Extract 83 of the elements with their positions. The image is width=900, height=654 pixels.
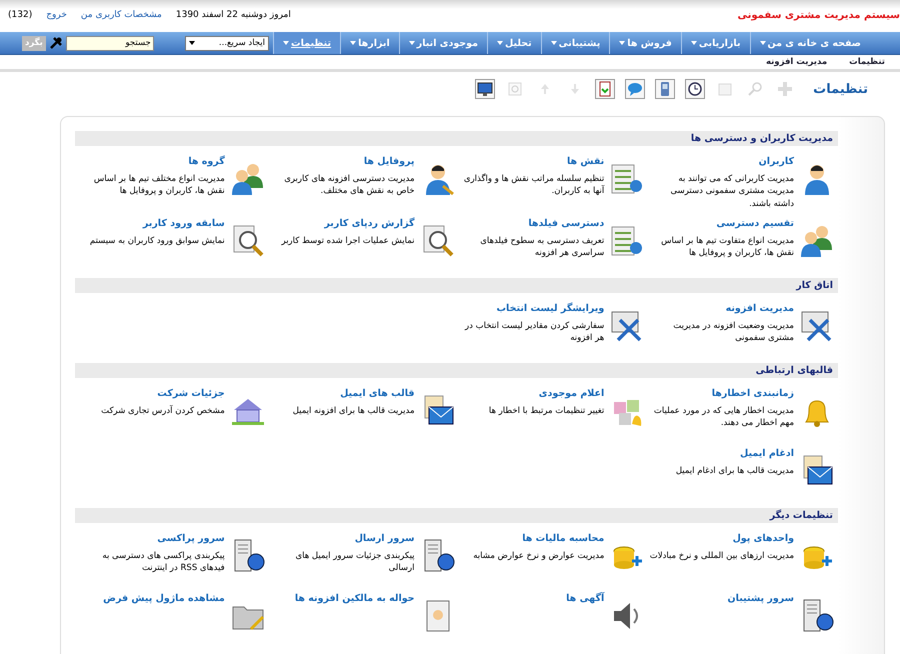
setting-link[interactable]: تقسیم دسترسی bbox=[649, 218, 794, 229]
setting-description: پیکربندی جزئیات سرور ایمیل های ارسالی bbox=[294, 550, 414, 575]
setting-link[interactable]: قالب های ایمیل bbox=[270, 388, 414, 399]
caret-icon bbox=[550, 41, 557, 45]
setting-link[interactable]: زمانبندی اخطارها bbox=[649, 388, 794, 399]
setting-description: پیکربندی پراکسی های دسترسی به فیدهای RSS در اینترنت bbox=[101, 550, 225, 575]
setting-description: مدیریت اخطار هایی که در مورد عملیات مهم اخطار می دهند. bbox=[652, 404, 794, 430]
section-header: اتاق کار bbox=[75, 278, 838, 293]
users-icon[interactable] bbox=[230, 162, 265, 196]
setting-description: سفارشی کردن مقادیر لیست انتخاب در هر افزونه bbox=[464, 320, 604, 345]
setting-link[interactable]: ادغام ایمیل bbox=[649, 448, 794, 459]
setting-description: مدیریت دسترسی افزونه های کاربری خاص به نقش های مختلف. bbox=[283, 173, 414, 198]
menu-item[interactable]: پشتیبانی bbox=[540, 32, 610, 54]
clock-icon[interactable] bbox=[685, 79, 706, 99]
setting-link[interactable]: آگهی ها bbox=[459, 592, 604, 604]
header-link[interactable]: مشخصات کاربری من bbox=[80, 10, 162, 20]
setting-link[interactable]: سابقه ورود کاربر bbox=[80, 218, 225, 229]
setting-link[interactable]: کاربران bbox=[649, 156, 794, 167]
setting-link[interactable]: حواله به مالکین افزونه ها bbox=[270, 592, 414, 604]
setting-link[interactable]: جزئیات شرکت bbox=[80, 388, 225, 399]
section-header: تنظیمات دیگر bbox=[75, 508, 838, 523]
setting-description: مدیریت عوارض و نرخ عوارض مشابه bbox=[472, 550, 604, 562]
phone-icon[interactable] bbox=[655, 79, 676, 99]
setting-link[interactable]: واحدهای پول bbox=[649, 532, 794, 544]
setting-description: مدیریت انواع متفاوت تیم ها بر اساس نقش ها، کاربران و پروفایل ها bbox=[660, 234, 794, 260]
menu-item[interactable]: موجودی انبار bbox=[398, 32, 487, 54]
setting-description: تغییر تنظیمات مرتبط با اخطار ها bbox=[488, 404, 604, 418]
setting-description: تنظیم سلسله مراتب نقش ها و واگذاری آنها به کاربران. bbox=[462, 173, 604, 198]
chat-icon[interactable] bbox=[625, 79, 646, 99]
caret-icon bbox=[760, 41, 766, 45]
menu-item[interactable]: بازاریابی bbox=[680, 32, 750, 54]
magnifier-icon[interactable] bbox=[230, 224, 265, 258]
caret-icon bbox=[350, 41, 356, 45]
setting-description: مدیریت وضعیت افزونه در مدیریت مشتری سفمونی bbox=[672, 320, 794, 345]
caret-icon bbox=[408, 41, 415, 45]
menu-item[interactable]: فروش ها bbox=[609, 32, 681, 54]
setting-link[interactable]: گروه ها bbox=[80, 156, 225, 167]
breadcrumb-link[interactable]: مدیریت افزونه bbox=[766, 57, 828, 67]
checklist-icon[interactable] bbox=[610, 162, 644, 196]
app-title: سیستم مدیریت مشتری سفمونی bbox=[738, 10, 900, 20]
setting-link[interactable]: نقش ها bbox=[459, 156, 604, 167]
search-field[interactable]: جستجو bbox=[66, 36, 154, 50]
menu-item[interactable]: تنظیمات bbox=[273, 32, 340, 54]
section-header: قالبهای ارتباطی bbox=[75, 362, 838, 378]
setting-link[interactable]: مدیریت افزونه bbox=[649, 302, 794, 314]
setting-link[interactable]: سرور پراکسی bbox=[80, 532, 225, 544]
setting-description: نمایش عملیات اجرا شده توسط کاربر bbox=[280, 234, 414, 248]
section-header: مدیریت کاربران و دسترسی ها bbox=[75, 131, 838, 146]
setting-description: تعریف دسترسی به سطوح فیلدهای سراسری هر افزونه bbox=[479, 234, 604, 260]
setting-link[interactable]: گزارش ردپای کاربر bbox=[270, 218, 414, 229]
quick-create-dropdown[interactable]: ایجاد سریع... bbox=[185, 36, 270, 50]
header-link[interactable]: خروج bbox=[46, 10, 67, 20]
message-count: (132) bbox=[8, 10, 32, 20]
date-text: امروز دوشنبه 22 اسفند 1390 bbox=[176, 10, 291, 20]
setting-link[interactable]: دسترسی فیلدها bbox=[459, 218, 604, 229]
setting-description: مدیریت کاربرانی که می توانند به مدیریت مشتری سفمونی دسترسی داشته باشند. bbox=[670, 173, 794, 210]
magnifier-icon[interactable] bbox=[420, 224, 454, 258]
setting-description: مشخص کردن آدرس تجاری شرکت bbox=[100, 404, 225, 418]
checklist-icon[interactable] bbox=[610, 224, 644, 258]
setting-link[interactable]: ویرایشگر لیست انتخاب bbox=[459, 302, 604, 314]
setting-link[interactable]: محاسبه مالیات ها bbox=[459, 532, 604, 544]
menu-item[interactable]: صفحه ی خانه ی من bbox=[750, 32, 870, 54]
setting-link[interactable]: پروفایل ها bbox=[270, 156, 414, 167]
breadcrumb-link[interactable]: تنظیمات bbox=[849, 57, 885, 67]
caret-icon bbox=[189, 41, 196, 45]
caret-icon bbox=[497, 41, 503, 45]
setting-link[interactable]: سرور پشتیبان bbox=[649, 592, 794, 604]
setting-link[interactable]: سرور ارسال bbox=[270, 532, 414, 544]
users-icon[interactable] bbox=[800, 224, 834, 258]
caret-icon bbox=[619, 41, 626, 45]
page-title: تنظیمات bbox=[813, 82, 868, 96]
setting-description: مدیریت ارزهای بین المللی و نرخ مبادلات bbox=[649, 550, 794, 562]
caret-icon bbox=[283, 41, 290, 45]
monitor-icon[interactable] bbox=[475, 79, 496, 99]
document-icon[interactable] bbox=[595, 79, 616, 99]
caret-icon bbox=[690, 41, 697, 45]
setting-link[interactable]: اعلام موجودی bbox=[459, 388, 604, 399]
setting-description: نمایش سوابق ورود کاربران به سیستم bbox=[88, 234, 225, 248]
menu-item[interactable]: تحلیل bbox=[487, 32, 541, 54]
setting-description: مدیریت قالب ها برای افزونه ایمیل bbox=[292, 404, 414, 418]
setting-link[interactable]: مشاهده ماژول پیش فرض bbox=[80, 592, 225, 604]
setting-description: مدیریت انواع مختلف تیم ها بر اساس نقش ها، کاربران و پروفایل ها bbox=[92, 173, 225, 198]
setting-description: مدیریت قالب ها برای ادغام ایمیل bbox=[674, 464, 794, 478]
